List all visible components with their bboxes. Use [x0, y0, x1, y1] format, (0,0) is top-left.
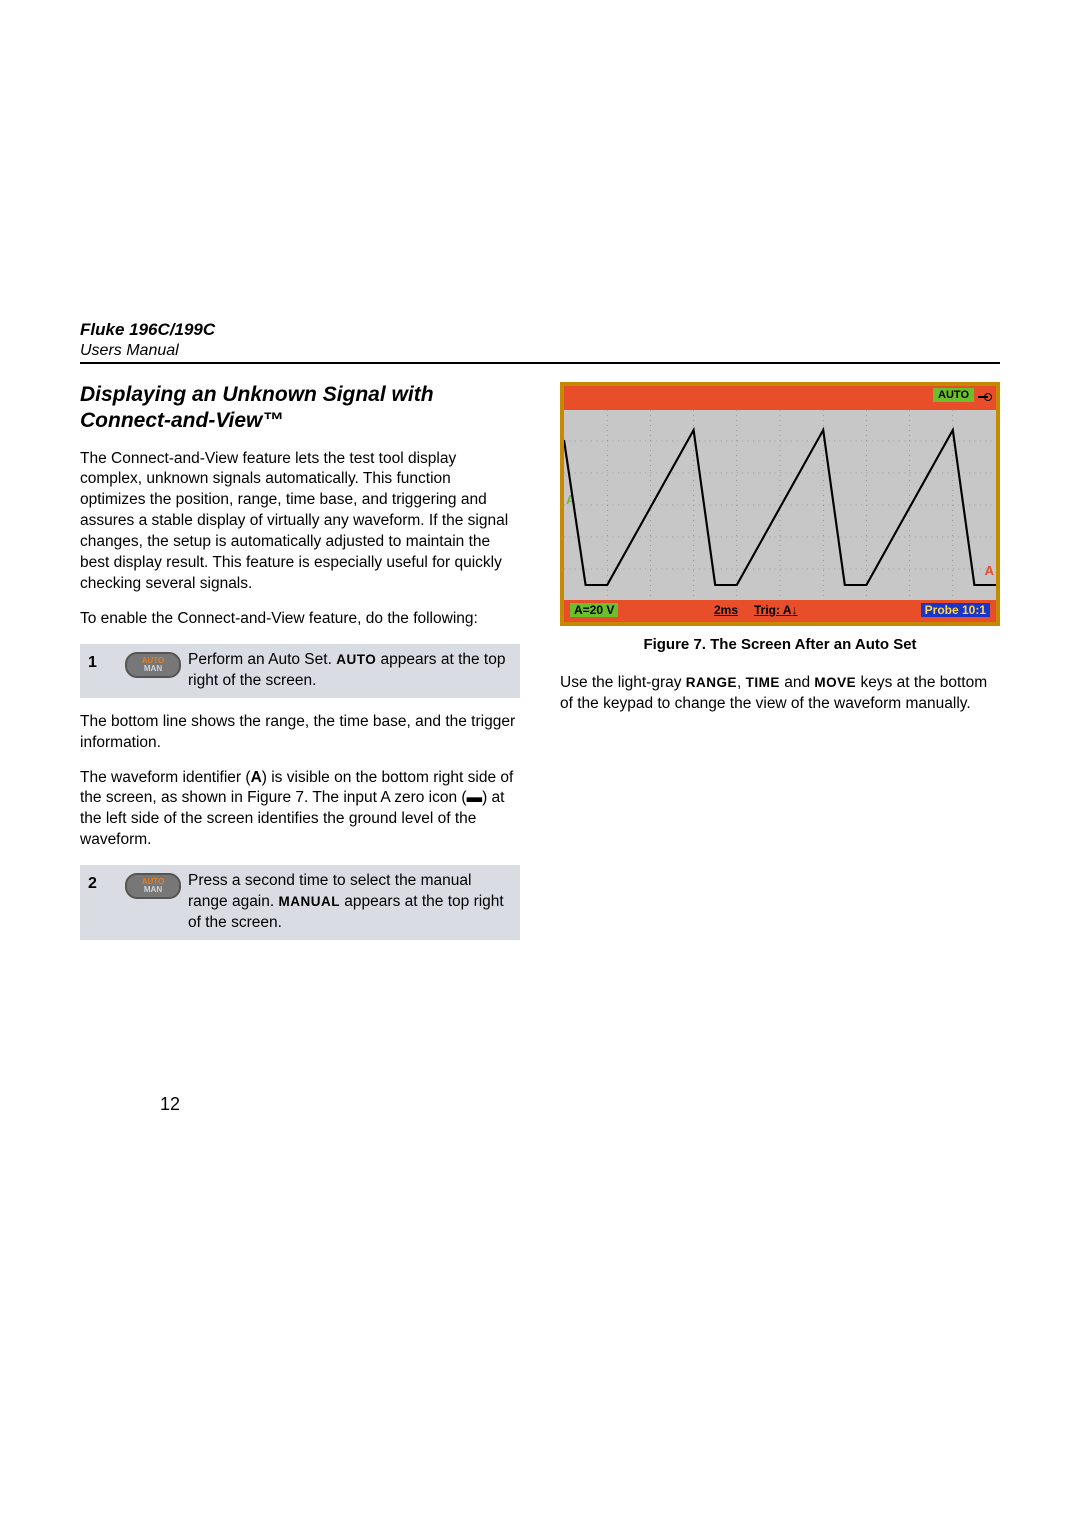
scope-grid: A A	[564, 410, 996, 600]
scope-trigger-label: Trig: A↓	[754, 603, 798, 617]
scope-bottom-bar: A=20 V 2ms Trig: A↓ Probe 10:1	[564, 600, 996, 622]
move-key: MOVE	[814, 675, 856, 690]
scope-top-bar: AUTO	[564, 386, 996, 410]
auto-man-button-icon: AUTO MAN	[125, 652, 181, 678]
step-1-row: 1 AUTO MAN Perform an Auto Set. AUTO app…	[80, 644, 520, 698]
intro-paragraph: The Connect-and-View feature lets the te…	[80, 449, 520, 595]
step-2-smallcaps: MANUAL	[279, 894, 341, 909]
page-header: Fluke 196C/199C Users Manual	[80, 320, 1000, 364]
right-column: AUTO A A	[560, 382, 1000, 954]
wave-pre: The waveform identifier (	[80, 769, 251, 786]
auto-man-button-icon: AUTO MAN	[125, 873, 181, 899]
figure-caption: Figure 7. The Screen After an Auto Set	[560, 636, 1000, 653]
scope-range-label: A=20 V	[570, 603, 618, 617]
auto-badge: AUTO	[933, 388, 974, 402]
scope-probe-label: Probe 10:1	[921, 603, 990, 617]
bottom-line-paragraph: The bottom line shows the range, the tim…	[80, 712, 520, 754]
step-1-smallcaps: AUTO	[336, 652, 376, 667]
connector-icon	[978, 390, 992, 404]
step-2-row: 2 AUTO MAN Press a second time to select…	[80, 865, 520, 940]
button-bottom-label: MAN	[144, 665, 162, 673]
button-bottom-label: MAN	[144, 886, 162, 894]
section-title: Displaying an Unknown Signal with Connec…	[80, 382, 520, 435]
scope-timebase-label: 2ms	[714, 603, 738, 617]
step-1-text: Perform an Auto Set. AUTO appears at the…	[188, 650, 512, 692]
sep1: ,	[737, 674, 746, 691]
enable-instruction: To enable the Connect-and-View feature, …	[80, 609, 520, 630]
waveform-paragraph: The waveform identifier (A) is visible o…	[80, 768, 520, 852]
time-key: TIME	[746, 675, 780, 690]
step-2-number: 2	[88, 871, 118, 893]
oscilloscope-figure: AUTO A A	[560, 382, 1000, 626]
sep2: and	[780, 674, 814, 691]
keys-paragraph: Use the light-gray RANGE, TIME and MOVE …	[560, 673, 1000, 715]
page-number: 12	[160, 1094, 180, 1115]
waveform-svg	[564, 410, 996, 600]
step-2-text: Press a second time to select the manual…	[188, 871, 512, 934]
range-key: RANGE	[686, 675, 737, 690]
ground-icon: ▬	[467, 789, 483, 806]
step-1-pre: Perform an Auto Set.	[188, 651, 336, 668]
manual-label: Users Manual	[80, 342, 1000, 360]
product-model: Fluke 196C/199C	[80, 320, 1000, 340]
keys-pre: Use the light-gray	[560, 674, 686, 691]
left-column: Displaying an Unknown Signal with Connec…	[80, 382, 520, 954]
step-1-number: 1	[88, 650, 118, 672]
wave-identifier: A	[251, 769, 262, 786]
